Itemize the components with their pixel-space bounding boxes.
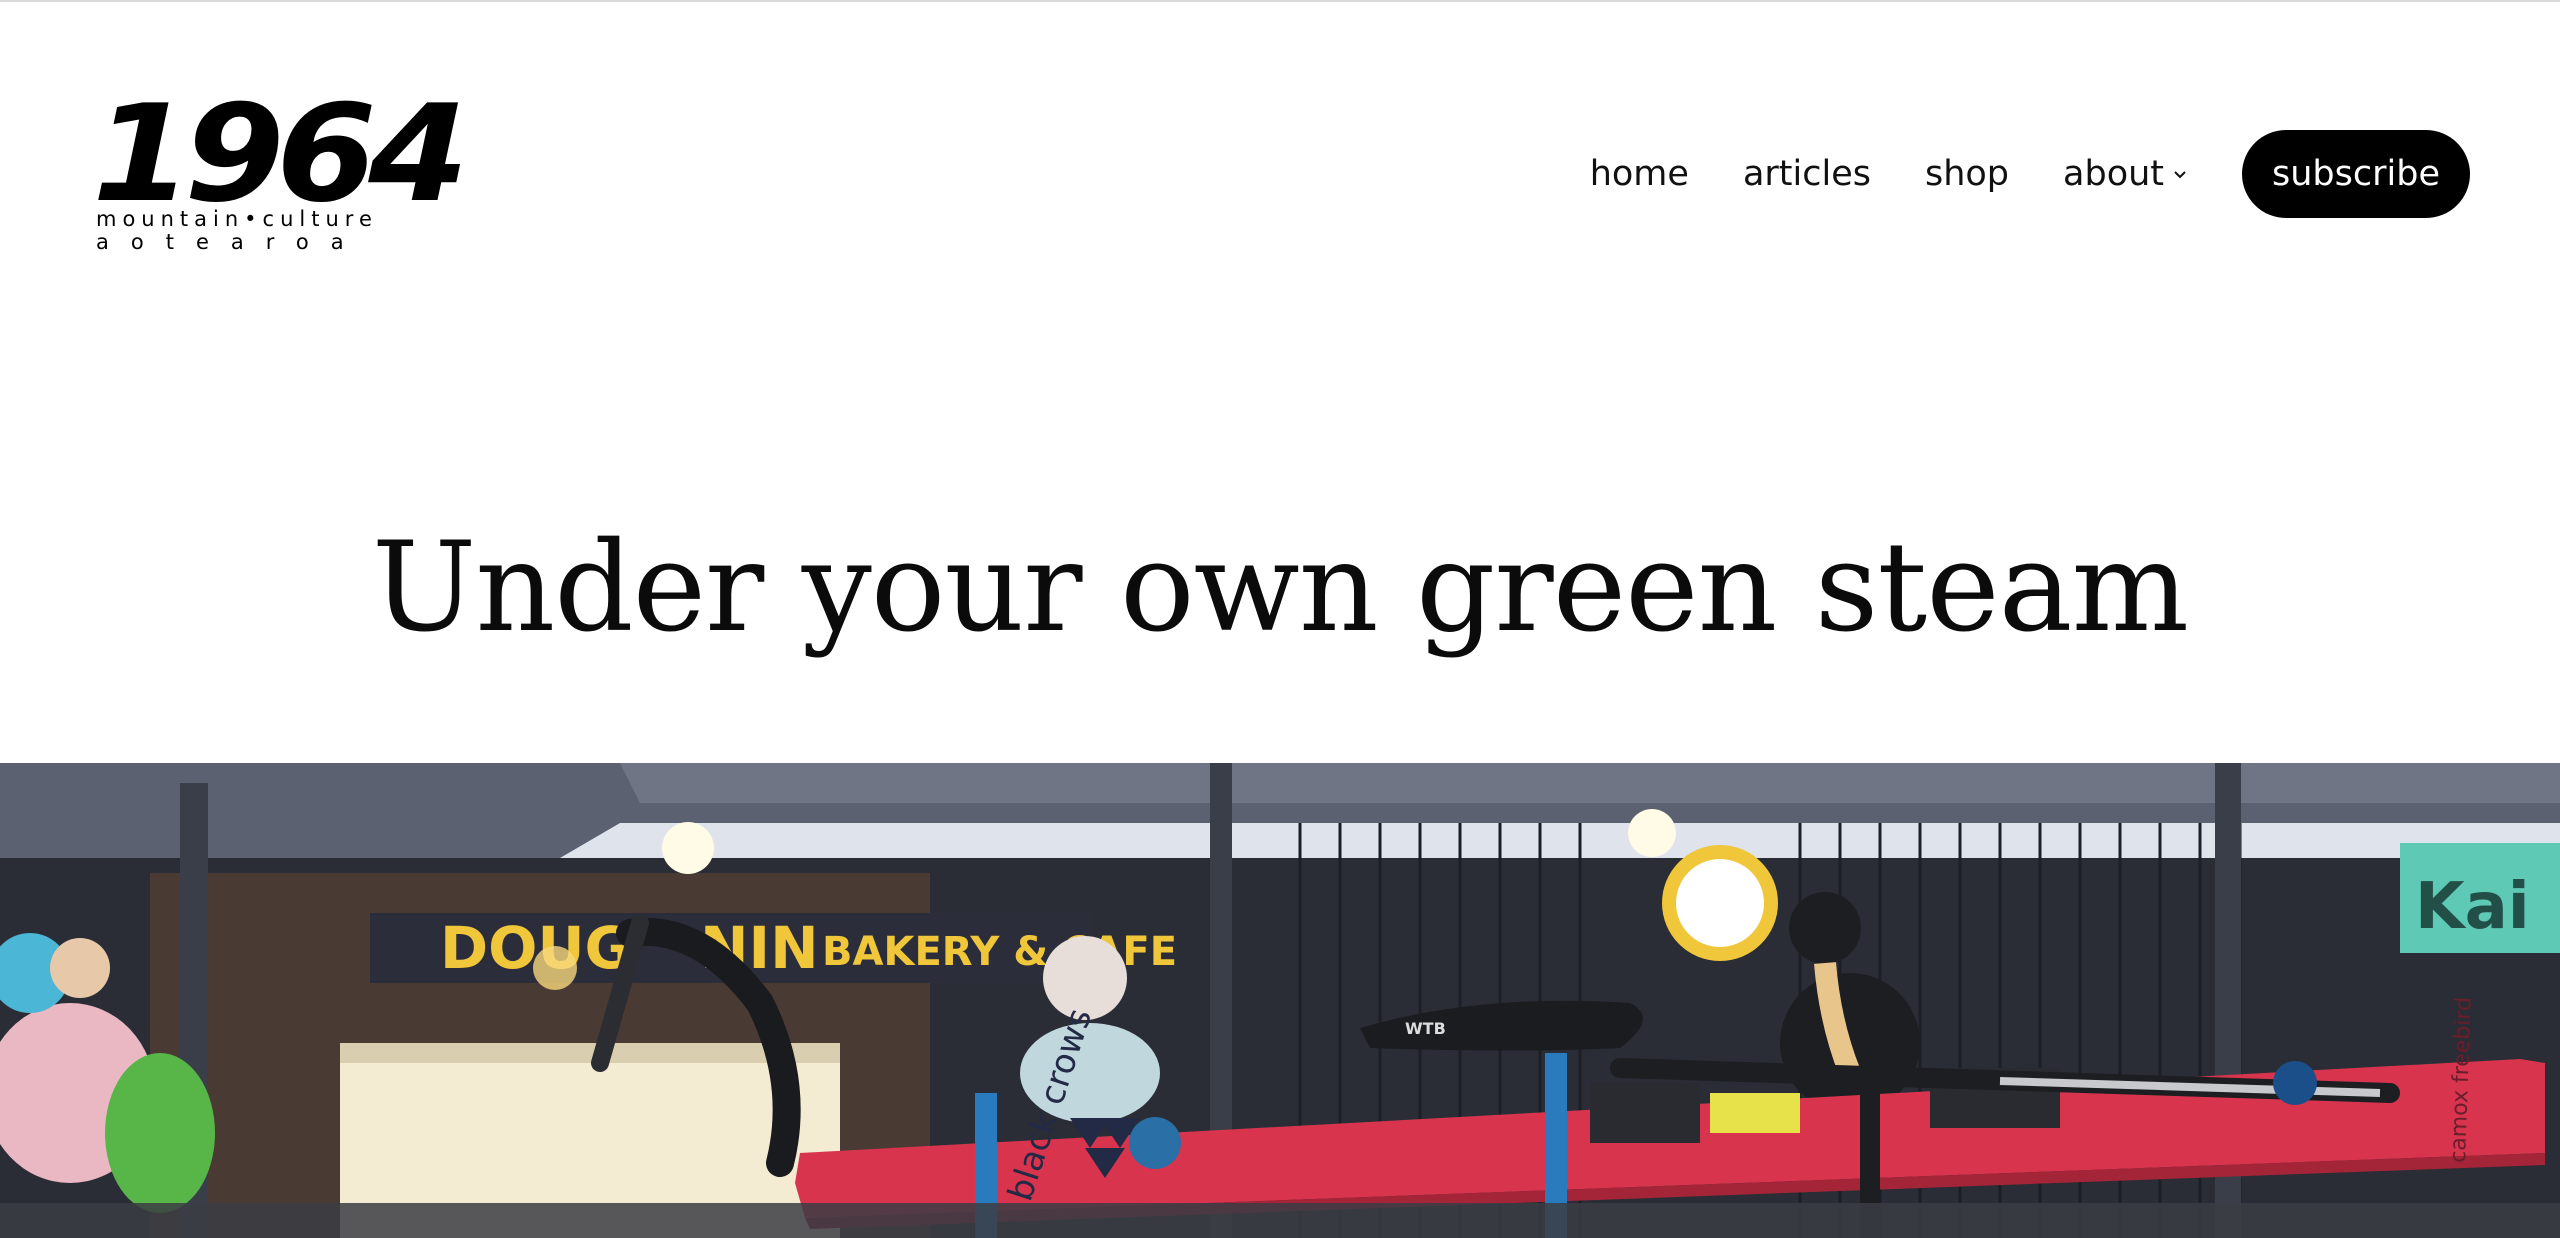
chevron-down-icon (2174, 171, 2186, 179)
nav-shop[interactable]: shop (1925, 154, 2009, 194)
site-logo[interactable]: 1964 mountain•culture aotearoa (92, 87, 469, 254)
nav-articles[interactable]: articles (1743, 154, 1871, 194)
nav-about-label: about (2063, 154, 2165, 194)
logo-mark: 1964 (92, 76, 469, 232)
saddle-brand: WTB (1405, 1019, 1446, 1038)
nav-home[interactable]: home (1590, 154, 1689, 194)
subscribe-button[interactable]: subscribe (2242, 130, 2470, 218)
nav-about[interactable]: about (2063, 154, 2188, 194)
sign-text-far-right: Kai (2415, 870, 2530, 944)
hero-photo: DOUG NIN BAKERY & CAFE Kai WTB black cro… (0, 763, 2560, 1238)
site-header: 1964 mountain•culture aotearoa home arti… (0, 2, 2560, 348)
main-nav: home articles shop about subscribe (1590, 130, 2470, 218)
hero-image: DOUG NIN BAKERY & CAFE Kai WTB black cro… (0, 763, 2560, 1238)
page-title: Under your own green steam (371, 516, 2189, 660)
logo-subtagline: aotearoa (96, 230, 366, 254)
